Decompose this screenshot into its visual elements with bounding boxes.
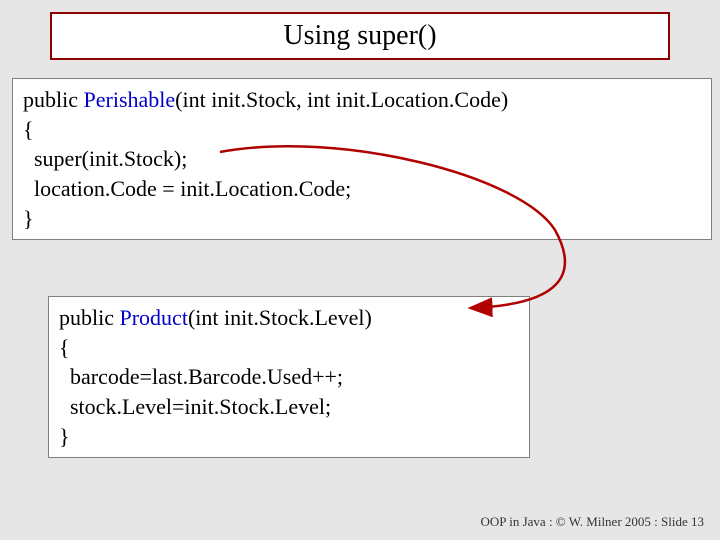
class-name-product: Product	[120, 305, 188, 330]
code-text: public	[59, 305, 120, 330]
code-text: barcode=last.Barcode.Used++;	[59, 364, 343, 389]
class-name-perishable: Perishable	[84, 87, 176, 112]
code-block-perishable: public Perishable(int init.Stock, int in…	[12, 78, 712, 240]
footer-text: OOP in Java : © W. Milner 2005 : Slide 1…	[480, 514, 704, 530]
code-text: }	[59, 424, 70, 449]
slide-title: Using super()	[283, 20, 436, 52]
code-text: public	[23, 87, 84, 112]
code-text: super(init.Stock);	[23, 146, 187, 171]
code-text: stock.Level=init.Stock.Level;	[59, 394, 331, 419]
code-text: {	[23, 117, 34, 142]
code-text: (int init.Stock.Level)	[188, 305, 372, 330]
code-text: (int init.Stock, int init.Location.Code)	[175, 87, 508, 112]
code-text: {	[59, 335, 70, 360]
code-block-product: public Product(int init.Stock.Level) { b…	[48, 296, 530, 458]
title-box: Using super()	[50, 12, 670, 60]
code-text: location.Code = init.Location.Code;	[23, 176, 351, 201]
code-text: }	[23, 206, 34, 231]
